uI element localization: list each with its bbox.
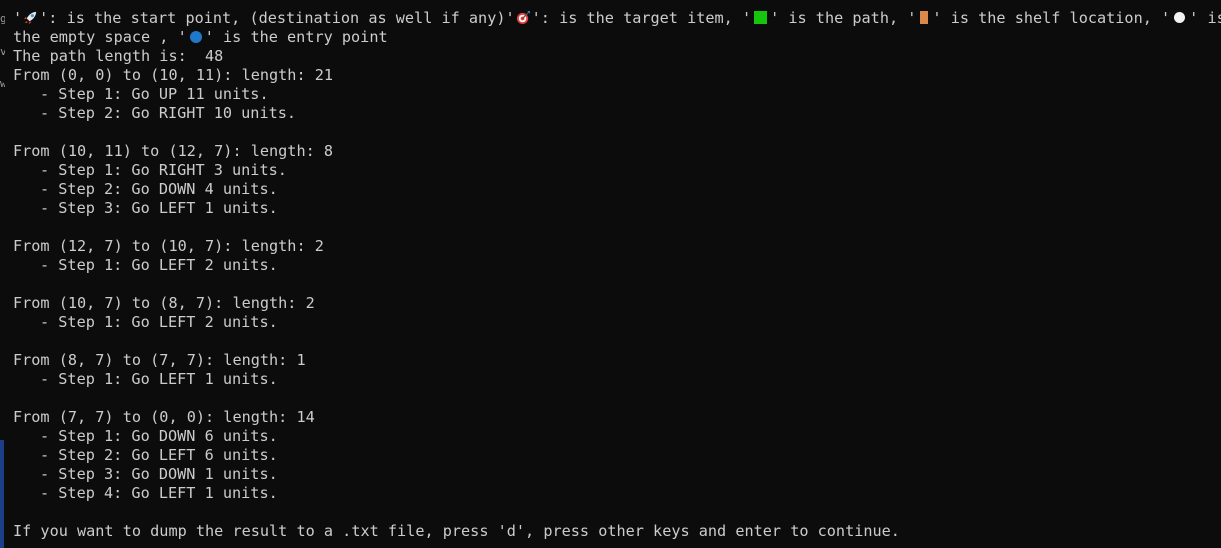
shelf-orange-block-icon bbox=[920, 11, 929, 24]
segment-step: - Step 2: Go DOWN 4 units. bbox=[40, 180, 278, 198]
entry-point-blue-circle-icon bbox=[189, 31, 202, 43]
legend-line-2: the empty space , ' ' is the entry point bbox=[13, 28, 1221, 47]
segment-step: - Step 4: Go LEFT 1 units. bbox=[40, 484, 278, 502]
path-text: ' is the path, ' bbox=[770, 9, 917, 27]
segment-header: From (7, 7) to (0, 0): length: 14 bbox=[13, 408, 315, 426]
segment-step: - Step 1: Go RIGHT 3 units. bbox=[40, 161, 287, 179]
empty-space-text-cont: the empty space , ' bbox=[13, 28, 187, 46]
edge-char: v bbox=[0, 46, 5, 57]
segment-step: - Step 1: Go UP 11 units. bbox=[40, 85, 269, 103]
dump-prompt-line: If you want to dump the result to a .txt… bbox=[13, 522, 900, 540]
segment-step: - Step 3: Go DOWN 1 units. bbox=[40, 465, 278, 483]
segment-step: - Step 2: Go LEFT 6 units. bbox=[40, 446, 278, 464]
segment-header: From (12, 7) to (10, 7): length: 2 bbox=[13, 237, 324, 255]
segment-step: - Step 2: Go RIGHT 10 units. bbox=[40, 104, 297, 122]
segment-header: From (10, 11) to (12, 7): length: 8 bbox=[13, 142, 334, 160]
segment-step: - Step 3: Go LEFT 1 units. bbox=[40, 199, 278, 217]
shelf-text: ' is the shelf location, ' bbox=[932, 9, 1171, 27]
edge-char: g bbox=[0, 13, 5, 24]
segment-header: From (8, 7) to (7, 7): length: 1 bbox=[13, 351, 306, 369]
empty-space-white-circle-icon bbox=[1174, 12, 1186, 23]
path-length-line: The path length is: 48 bbox=[13, 47, 224, 65]
segment-step: - Step 1: Go DOWN 6 units. bbox=[40, 427, 278, 445]
background-window-edge: g v w bbox=[0, 0, 5, 548]
segment-step: - Step 1: Go LEFT 2 units. bbox=[40, 313, 278, 331]
segment-header: From (10, 7) to (8, 7): length: 2 bbox=[13, 294, 315, 312]
segment-step: - Step 1: Go LEFT 1 units. bbox=[40, 370, 278, 388]
quote: ' bbox=[13, 9, 23, 27]
path-green-square-icon bbox=[754, 11, 768, 24]
taskbar-edge bbox=[0, 440, 4, 548]
edge-char: w bbox=[0, 78, 5, 89]
rocket-icon bbox=[23, 10, 38, 25]
segment-step: - Step 1: Go LEFT 2 units. bbox=[40, 256, 278, 274]
target-item-text: ': is the target item, ' bbox=[531, 9, 752, 27]
entry-point-text: ' is the entry point bbox=[204, 28, 388, 46]
segment-header: From (0, 0) to (10, 11): length: 21 bbox=[13, 66, 334, 84]
legend-line-1: ' ': is the start point, (destination as … bbox=[13, 9, 1221, 28]
start-point-text: ': is the start point, (destination as w… bbox=[39, 9, 515, 27]
empty-space-text: ' is bbox=[1189, 9, 1221, 27]
terminal-window[interactable]: g v w ' ': is the start point, (destinati… bbox=[0, 0, 1221, 548]
target-icon bbox=[516, 10, 531, 25]
